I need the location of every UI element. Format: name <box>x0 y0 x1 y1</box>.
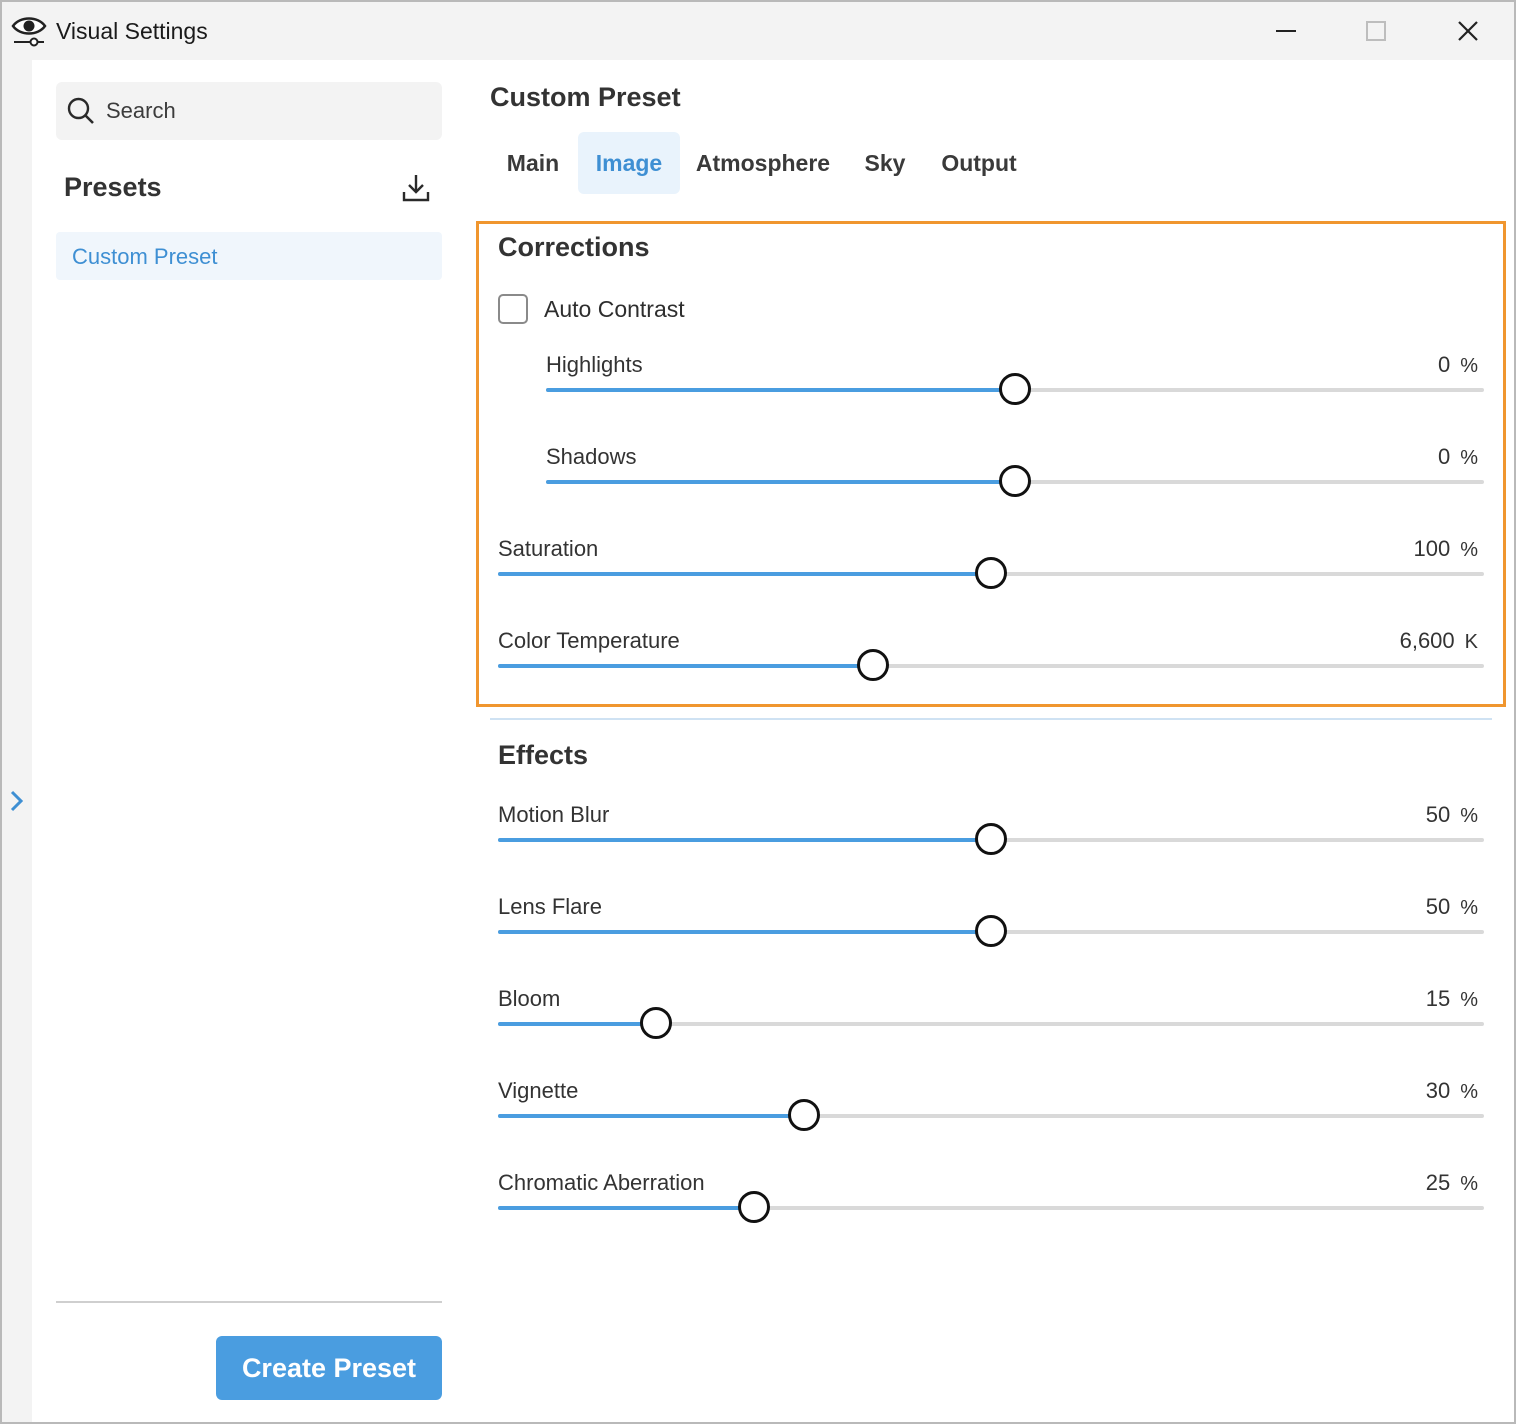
slider-bloom: Bloom 15% <box>498 986 1484 1076</box>
search-icon <box>67 97 94 124</box>
chevron-right-icon[interactable] <box>6 788 26 814</box>
section-divider <box>490 718 1492 720</box>
slider-label: Vignette <box>498 1078 579 1103</box>
slider-fill <box>546 388 1015 392</box>
slider-thumb[interactable] <box>975 557 1007 589</box>
search-input[interactable]: Search <box>56 82 442 140</box>
slider-fill <box>546 480 1015 484</box>
title-bar: Visual Settings <box>2 2 1514 60</box>
slider-thumb[interactable] <box>975 823 1007 855</box>
slider-label: Motion Blur <box>498 802 610 827</box>
slider-value: 15% <box>1425 986 1478 1011</box>
search-placeholder: Search <box>106 98 176 123</box>
visual-settings-window: Visual Settings Search Presets Custom Pr… <box>0 0 1516 1424</box>
slider-thumb[interactable] <box>856 649 889 681</box>
maximize-icon <box>1366 21 1386 41</box>
tab-main[interactable]: Main <box>490 132 576 194</box>
slider-track[interactable] <box>498 1191 1484 1223</box>
slider-label: Shadows <box>546 444 637 469</box>
slider-fill <box>498 664 873 668</box>
slider-fill <box>498 930 991 934</box>
slider-value: 6,600 K <box>1399 628 1478 653</box>
eye-settings-icon <box>11 17 47 47</box>
slider-track[interactable] <box>498 1007 1484 1039</box>
tab-atmosphere[interactable]: Atmosphere <box>686 132 840 194</box>
settings-panel: Custom Preset Main Image Atmosphere Sky … <box>472 60 1514 1422</box>
auto-contrast-label: Auto Contrast <box>544 296 685 322</box>
effects-heading: Effects <box>498 740 589 770</box>
collapsed-pane-strip <box>2 60 32 1422</box>
slider-fill <box>498 838 991 842</box>
slider-saturation: Saturation 100% <box>498 536 1484 626</box>
slider-label: Bloom <box>498 986 561 1011</box>
slider-track[interactable] <box>498 915 1484 947</box>
slider-thumb[interactable] <box>999 465 1031 497</box>
slider-value: 25% <box>1425 1170 1478 1195</box>
slider-vignette: Vignette 30% <box>498 1078 1484 1168</box>
slider-track[interactable] <box>498 557 1484 589</box>
minimize-button[interactable] <box>1264 12 1308 50</box>
slider-label: Saturation <box>498 536 599 561</box>
slider-value: 50% <box>1425 894 1478 919</box>
close-icon <box>1458 21 1478 41</box>
slider-thumb[interactable] <box>738 1191 771 1223</box>
slider-fill <box>498 1206 755 1210</box>
slider-track[interactable] <box>498 1099 1484 1131</box>
slider-thumb[interactable] <box>787 1099 820 1131</box>
maximize-button[interactable] <box>1354 12 1398 50</box>
presets-heading: Presets <box>64 172 162 202</box>
preset-item-label: Custom Preset <box>72 244 218 269</box>
tab-output[interactable]: Output <box>930 132 1028 194</box>
slider-value: 100% <box>1413 536 1478 561</box>
slider-motion-blur: Motion Blur 50% <box>498 802 1484 892</box>
slider-fill <box>498 1022 656 1026</box>
page-title: Custom Preset <box>490 82 681 112</box>
slider-lens-flare: Lens Flare 50% <box>498 894 1484 984</box>
minimize-icon <box>1276 30 1296 32</box>
slider-chromatic-aberration: Chromatic Aberration 25% <box>498 1170 1484 1260</box>
slider-track[interactable] <box>546 465 1484 497</box>
slider-label: Highlights <box>546 352 643 377</box>
slider-shadows: Shadows 0% <box>546 444 1484 534</box>
create-preset-button[interactable]: Create Preset <box>216 1336 442 1400</box>
slider-value: 50% <box>1425 802 1478 827</box>
slider-label: Lens Flare <box>498 894 602 919</box>
slider-fill <box>498 572 991 576</box>
tab-sky[interactable]: Sky <box>852 132 918 194</box>
slider-fill <box>498 1114 804 1118</box>
slider-highlights: Highlights 0% <box>546 352 1484 442</box>
window-title: Visual Settings <box>56 18 208 44</box>
slider-track[interactable] <box>546 373 1484 405</box>
slider-thumb[interactable] <box>999 373 1031 405</box>
auto-contrast-checkbox[interactable] <box>498 294 528 324</box>
close-button[interactable] <box>1446 12 1490 50</box>
tab-image[interactable]: Image <box>578 132 680 194</box>
slider-label: Color Temperature <box>498 628 680 653</box>
slider-thumb[interactable] <box>639 1007 672 1039</box>
corrections-heading: Corrections <box>498 232 650 262</box>
slider-color-temperature: Color Temperature 6,600 K <box>498 628 1484 718</box>
presets-sidebar: Search Presets Custom Preset Create Pres… <box>32 60 472 1422</box>
download-icon[interactable] <box>400 172 432 204</box>
slider-track[interactable] <box>498 649 1484 681</box>
slider-thumb[interactable] <box>975 915 1007 947</box>
slider-value: 0% <box>1437 352 1478 377</box>
slider-value: 0% <box>1437 444 1478 469</box>
slider-label: Chromatic Aberration <box>498 1170 705 1195</box>
preset-item-custom[interactable]: Custom Preset <box>56 232 442 280</box>
slider-track[interactable] <box>498 823 1484 855</box>
sidebar-divider <box>56 1301 442 1303</box>
slider-value: 30% <box>1425 1078 1478 1103</box>
